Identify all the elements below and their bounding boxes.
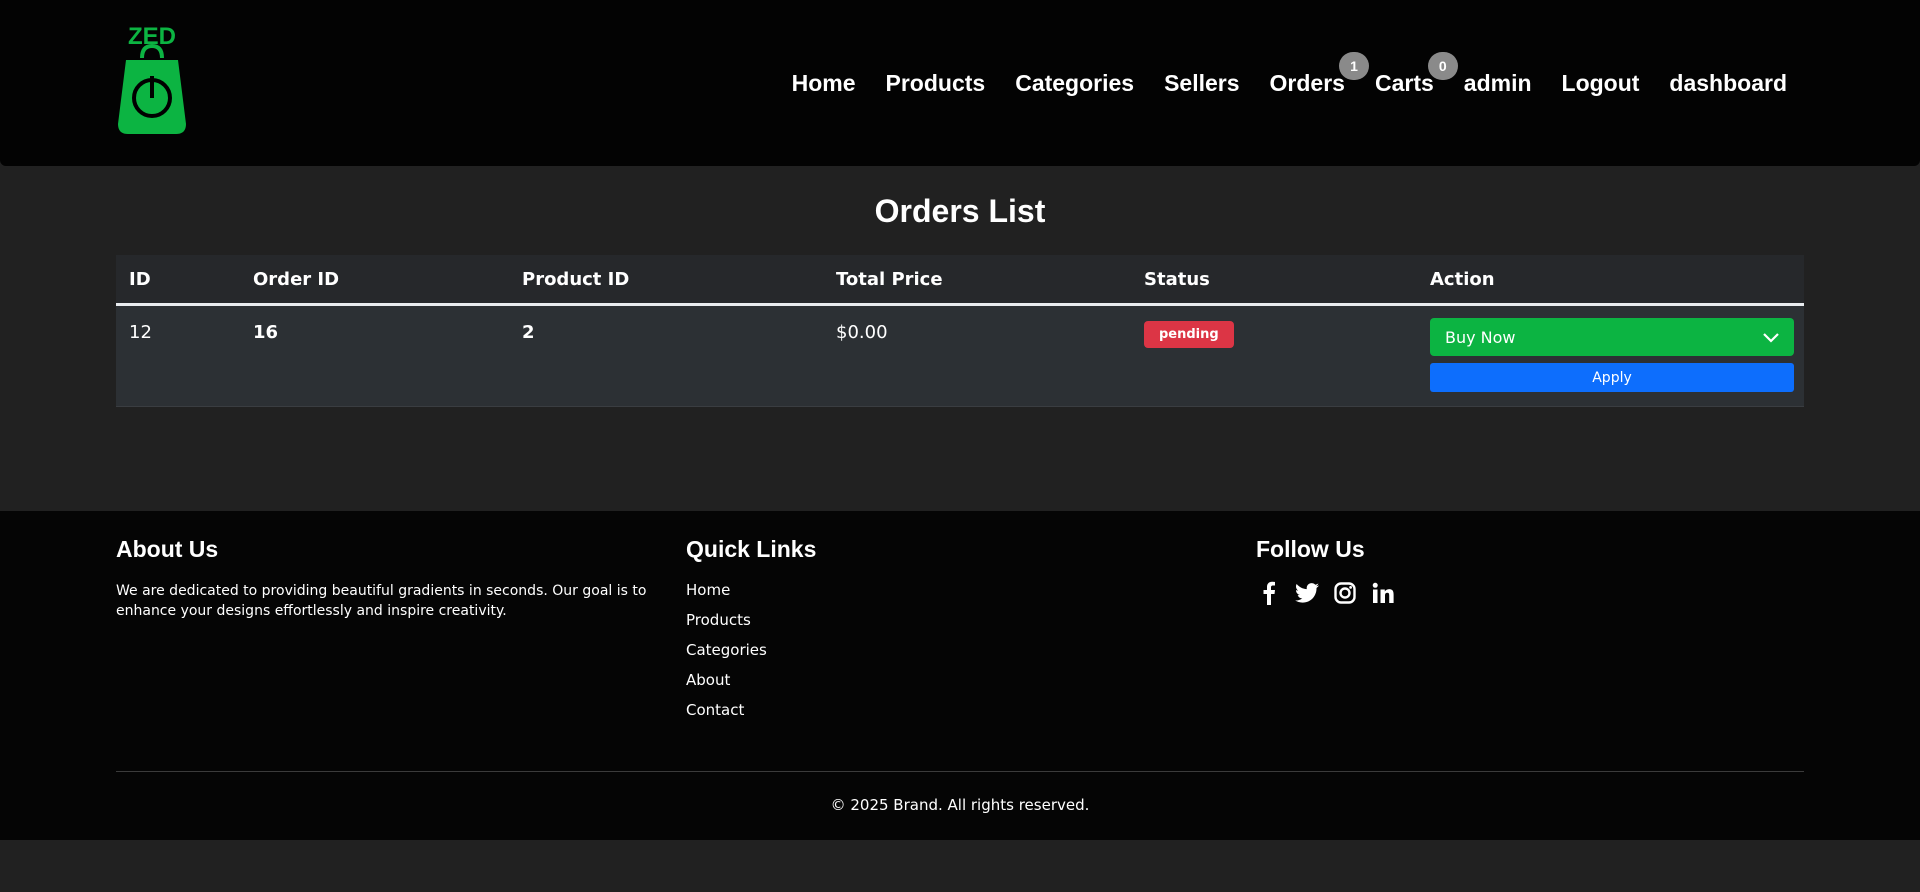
page-title: Orders List [874,193,1046,229]
instagram-icon[interactable] [1332,580,1358,606]
quick-links-list: Home Products Categories About Contact [686,580,816,730]
footer-quick-links: Quick Links Home Products Categories Abo… [686,536,816,730]
nav-sellers[interactable]: Sellers [1164,68,1239,98]
brand-logo[interactable]: ZED [114,23,190,136]
twitter-icon[interactable] [1294,580,1320,606]
nav-logout[interactable]: Logout [1562,68,1640,98]
nav-admin[interactable]: admin [1464,68,1532,98]
main-nav: Home Products Categories Sellers Orders 1… [762,52,1787,98]
status-badge: pending [1144,321,1234,348]
footer-link-home[interactable]: Home [686,580,816,610]
footer-link-about[interactable]: About [686,670,816,700]
table-row: 12 16 2 $0.00 pending Buy Now Apply [116,306,1804,407]
cell-status: pending [1131,306,1417,348]
nav-products[interactable]: Products [886,68,986,98]
footer-link-products[interactable]: Products [686,610,816,640]
nav-dashboard[interactable]: dashboard [1669,68,1787,98]
about-text: We are dedicated to providing beautiful … [116,583,647,619]
cell-product-id: 2 [522,322,535,343]
nav-carts[interactable]: Carts 0 [1374,52,1458,98]
action-select[interactable]: Buy Now [1430,318,1794,356]
footer-follow: Follow Us [1256,536,1396,606]
orders-count-badge: 1 [1338,52,1369,80]
footer-divider [116,771,1804,772]
header-action: Action [1430,268,1495,290]
cell-id: 12 [129,322,152,343]
footer: About Us We are dedicated to providing b… [0,511,1920,840]
table-header: ID Order ID Product ID Total Price Statu… [116,255,1804,306]
cell-action: Buy Now Apply [1417,306,1804,392]
nav-carts-label: Carts [1374,70,1434,96]
cell-order-id: 16 [253,322,279,343]
copyright: © 2025 Brand. All rights reserved. [830,796,1090,814]
header-id: ID [129,268,151,290]
cell-total-price: $0.00 [836,322,888,343]
navbar: ZED Home Products Categories Sellers Ord… [0,0,1920,166]
carts-count-badge: 0 [1427,52,1458,80]
footer-link-contact[interactable]: Contact [686,700,816,730]
nav-orders-label: Orders [1269,70,1345,96]
footer-link-categories[interactable]: Categories [686,640,816,670]
orders-table: ID Order ID Product ID Total Price Statu… [116,255,1804,407]
about-title: About Us [116,536,219,562]
action-select-value: Buy Now [1445,327,1516,347]
header-order-id: Order ID [253,268,340,290]
linkedin-icon[interactable] [1370,580,1396,606]
footer-about: About Us We are dedicated to providing b… [116,536,651,621]
follow-title: Follow Us [1256,536,1365,562]
nav-home[interactable]: Home [792,68,856,98]
nav-orders[interactable]: Orders 1 [1269,52,1369,98]
header-status: Status [1144,268,1210,290]
chevron-down-icon [1763,328,1779,347]
apply-button[interactable]: Apply [1430,363,1794,392]
quick-links-title: Quick Links [686,536,817,562]
facebook-icon[interactable] [1256,580,1282,606]
social-icons [1256,580,1396,606]
nav-categories[interactable]: Categories [1015,68,1134,98]
header-product-id: Product ID [522,268,630,290]
header-total-price: Total Price [836,268,943,290]
